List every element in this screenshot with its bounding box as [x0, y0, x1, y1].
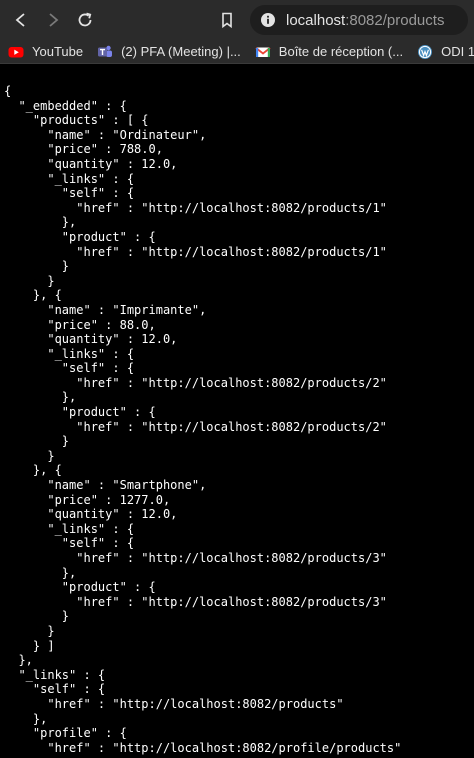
bookmark-label: Boîte de réception (... [278, 44, 404, 59]
json-line: "quantity" : 12.0, [4, 332, 178, 347]
back-arrow-icon [15, 13, 25, 27]
url-host: localhost [286, 11, 346, 29]
json-line: "price" : 1277.0, [4, 492, 171, 507]
bookmark-star-button[interactable] [212, 5, 242, 35]
back-button[interactable] [6, 5, 36, 35]
json-line: "href" : "http://localhost:8082/products… [4, 594, 387, 609]
json-line: }, { [4, 288, 62, 303]
forward-arrow-icon [49, 13, 59, 27]
bookmark-icon [222, 12, 232, 29]
json-line: } [4, 273, 55, 288]
json-line: "_links" : { [4, 667, 106, 682]
reload-icon [78, 12, 92, 27]
json-line: "price" : 88.0, [4, 317, 156, 332]
json-line: "href" : "http://localhost:8082/products… [4, 551, 387, 565]
wordpress-icon [417, 44, 433, 60]
json-line: }, [4, 653, 33, 668]
page-content: { "_embedded" : { "products" : [ { "name… [0, 64, 474, 758]
json-line: "self" : { [4, 361, 135, 376]
json-line: }, [4, 565, 77, 580]
teams-icon [97, 44, 113, 60]
browser-window: localhost:8082/products YouTube (2) PFA… [0, 0, 474, 758]
json-line: } [4, 259, 70, 274]
gmail-icon [255, 44, 271, 60]
json-line: }, [4, 711, 48, 726]
youtube-icon [8, 44, 24, 60]
json-line: "_links" : { [4, 171, 135, 186]
bookmarks-bar: YouTube (2) PFA (Meeting) |... Boîte de … [0, 40, 474, 64]
json-line: "price" : 788.0, [4, 142, 163, 157]
json-line: "self" : { [4, 186, 135, 201]
reload-button[interactable] [70, 5, 100, 35]
json-response-body: { "_embedded" : { "products" : [ { "name… [0, 64, 474, 755]
json-line: "quantity" : 12.0, [4, 156, 178, 171]
json-line: "product" : { [4, 580, 156, 595]
json-line: "_links" : { [4, 346, 135, 361]
bookmark-label: ODI 12C Insta [441, 44, 474, 59]
json-line: "href" : "http://localhost:8082/products… [4, 244, 387, 259]
json-line: "href" : "http://localhost:8082/products… [4, 200, 387, 215]
json-line: { [4, 84, 12, 98]
json-line: "self" : { [4, 682, 106, 697]
json-line: "quantity" : 12.0, [4, 507, 178, 522]
json-line: } [4, 434, 70, 449]
json-line: "product" : { [4, 229, 156, 244]
url-path: :8082/products [345, 11, 445, 29]
json-line: "profile" : { [4, 726, 127, 741]
json-line: "products" : [ { [4, 113, 149, 128]
json-line: "href" : "http://localhost:8082/products… [4, 375, 387, 390]
bookmark-label: YouTube [32, 44, 84, 59]
json-line: "href" : "http://localhost:8082/profile/… [4, 740, 402, 755]
bookmark-label: (2) PFA (Meeting) |... [121, 44, 241, 59]
json-line: "self" : { [4, 536, 135, 551]
json-line: "_links" : { [4, 521, 135, 536]
bookmark-youtube[interactable]: YouTube [8, 44, 83, 60]
json-line: "href" : "http://localhost:8082/products… [4, 419, 387, 434]
forward-button[interactable] [38, 5, 68, 35]
bookmark-teams-meeting[interactable]: (2) PFA (Meeting) |... [97, 44, 241, 60]
json-line: } [4, 609, 70, 624]
address-bar[interactable]: localhost:8082/products [250, 5, 468, 35]
json-line: } [4, 623, 55, 638]
json-line: } [4, 448, 55, 463]
json-line: "name" : "Ordinateur", [4, 127, 207, 142]
json-line: }, [4, 215, 77, 230]
json-line: }, { [4, 463, 62, 478]
json-line: "name" : "Imprimante", [4, 302, 207, 317]
json-line: } ] [4, 638, 55, 653]
site-info-icon[interactable] [260, 12, 276, 28]
bookmark-gmail[interactable]: Boîte de réception (... [255, 44, 403, 60]
json-line: }, [4, 390, 77, 405]
bookmark-odi[interactable]: ODI 12C Insta [417, 44, 474, 60]
browser-toolbar: localhost:8082/products [0, 0, 474, 40]
json-line: "href" : "http://localhost:8082/products… [4, 696, 344, 711]
json-line: "product" : { [4, 405, 156, 420]
json-line: "_embedded" : { [4, 98, 127, 113]
json-line: "name" : "Smartphone", [4, 478, 207, 493]
